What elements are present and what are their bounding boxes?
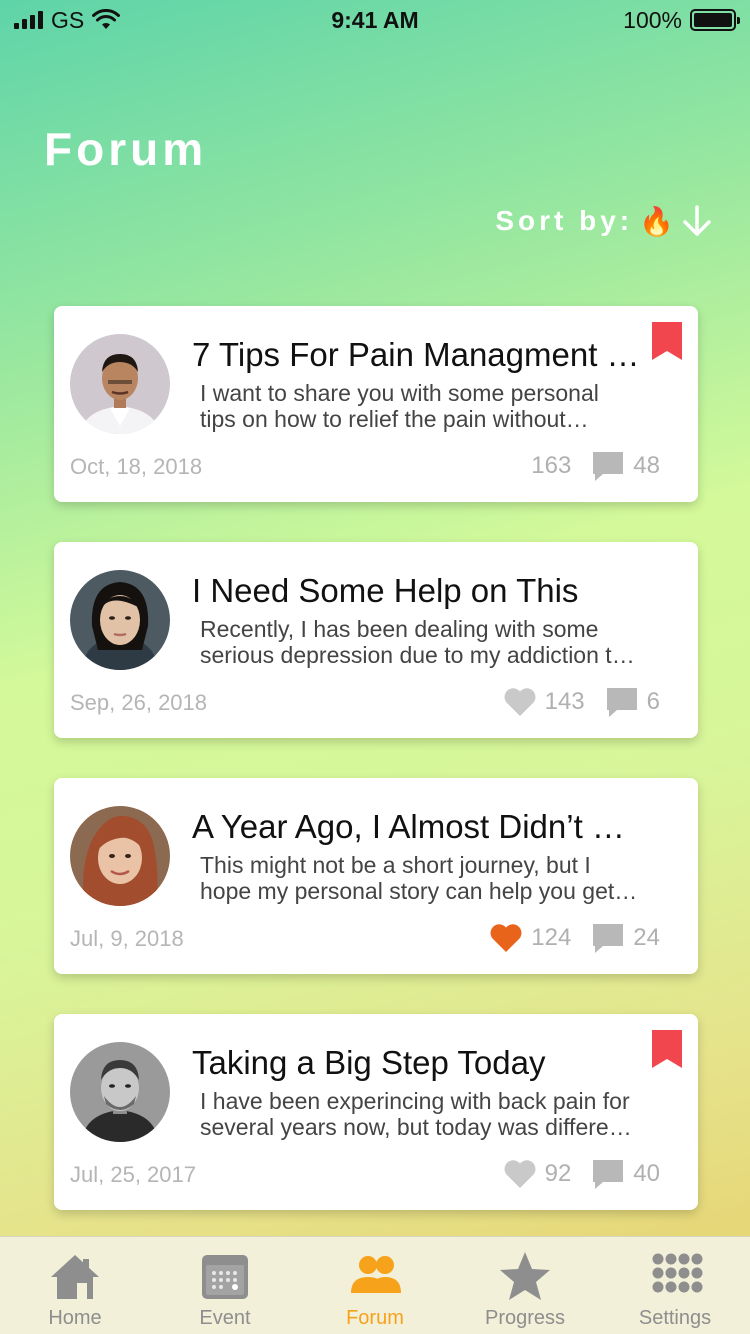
post-stats: 143 6 xyxy=(503,686,660,718)
post-list: 7 Tips For Pain Managment for Everyone I… xyxy=(54,306,698,1250)
post-card[interactable]: A Year Ago, I Almost Didn’t Make It This… xyxy=(54,778,698,974)
comment-icon[interactable] xyxy=(591,1158,625,1190)
tab-label: Home xyxy=(48,1307,102,1329)
post-stats: 124 24 xyxy=(489,922,660,954)
fire-icon: 🔥 xyxy=(639,205,674,237)
heart-icon[interactable] xyxy=(489,923,523,953)
comment-icon[interactable] xyxy=(591,450,625,482)
avatar[interactable] xyxy=(70,806,170,906)
tab-progress[interactable]: Progress xyxy=(450,1237,600,1334)
tab-bar: Home Event Forum Progress Settings xyxy=(0,1236,750,1334)
star-icon xyxy=(500,1252,550,1300)
post-date: Sep, 26, 2018 xyxy=(70,690,208,715)
tab-forum[interactable]: Forum xyxy=(300,1237,450,1334)
bookmark-icon[interactable] xyxy=(652,322,682,360)
comment-icon[interactable] xyxy=(591,922,625,954)
post-excerpt: Recently, I has been dealing with some s… xyxy=(200,616,625,668)
grid-icon xyxy=(652,1253,703,1293)
like-count: 124 xyxy=(531,924,572,951)
bookmark-icon[interactable] xyxy=(652,1030,682,1068)
signal-icon xyxy=(14,11,43,29)
like-count: 163 xyxy=(531,452,572,479)
comment-count: 40 xyxy=(633,1160,660,1187)
comment-count: 24 xyxy=(633,924,660,951)
post-stats: 92 40 xyxy=(503,1158,660,1190)
post-date: Jul, 9, 2018 xyxy=(70,926,184,951)
post-title[interactable]: Taking a Big Step Today xyxy=(192,1044,642,1082)
avatar[interactable] xyxy=(70,1042,170,1142)
avatar[interactable] xyxy=(70,334,170,434)
heart-icon[interactable] xyxy=(503,1159,537,1189)
post-excerpt: I have been experincing with back pain f… xyxy=(200,1088,630,1140)
post-title[interactable]: 7 Tips For Pain Managment for Everyone xyxy=(192,336,642,374)
post-date: Oct, 18, 2018 xyxy=(70,454,203,479)
tab-home[interactable]: Home xyxy=(0,1237,150,1334)
comment-count: 48 xyxy=(633,452,660,479)
home-icon xyxy=(51,1255,99,1299)
tab-label: Settings xyxy=(638,1307,712,1329)
tab-event[interactable]: Event xyxy=(150,1237,300,1334)
post-title[interactable]: A Year Ago, I Almost Didn’t Make It xyxy=(192,808,642,846)
tab-label: Forum xyxy=(346,1307,404,1329)
carrier-label: GS xyxy=(51,6,85,33)
comment-count: 6 xyxy=(646,688,660,715)
post-title[interactable]: I Need Some Help on This xyxy=(192,572,642,610)
post-card[interactable]: I Need Some Help on This Recently, I has… xyxy=(54,542,698,738)
battery-percent: 100% xyxy=(623,6,682,33)
post-card[interactable]: 7 Tips For Pain Managment for Everyone I… xyxy=(54,306,698,502)
wifi-icon xyxy=(92,9,121,29)
tab-settings[interactable]: Settings xyxy=(600,1237,750,1334)
post-excerpt: I want to share you with some personal t… xyxy=(200,380,599,432)
calendar-icon xyxy=(202,1255,248,1299)
avatar[interactable] xyxy=(70,570,170,670)
post-stats: 163 48 xyxy=(531,450,660,482)
post-date: Jul, 25, 2017 xyxy=(70,1162,196,1187)
like-count: 92 xyxy=(544,1160,572,1187)
post-excerpt: This might not be a short journey, but I… xyxy=(200,852,615,904)
heart-icon[interactable] xyxy=(503,687,537,717)
tab-label: Event xyxy=(199,1307,251,1329)
arrow-down-icon[interactable] xyxy=(680,204,714,238)
sort-label: Sort by: xyxy=(495,205,634,236)
status-left: GS xyxy=(14,6,121,34)
sort-control[interactable]: Sort by: 🔥 xyxy=(495,204,714,238)
status-right: 100% xyxy=(623,6,740,34)
people-icon xyxy=(351,1256,401,1293)
tab-label: Progress xyxy=(484,1307,566,1329)
post-card[interactable]: Taking a Big Step Today I have been expe… xyxy=(54,1014,698,1210)
status-bar: GS 9:41 AM 100% xyxy=(0,0,750,40)
comment-icon[interactable] xyxy=(605,686,639,718)
battery-icon xyxy=(690,9,740,31)
like-count: 143 xyxy=(544,688,585,715)
page-title: Forum xyxy=(44,123,208,175)
